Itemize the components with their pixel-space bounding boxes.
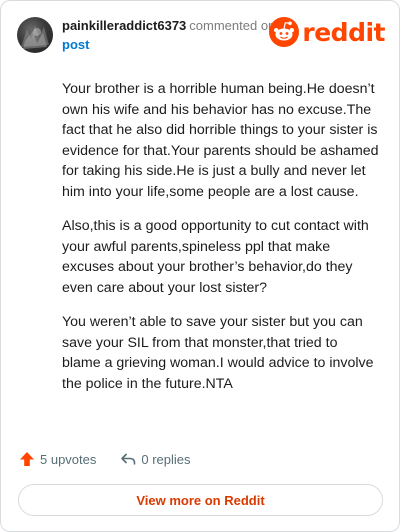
avatar-image: [21, 25, 49, 49]
reddit-logo[interactable]: reddit: [269, 16, 385, 48]
reddit-wordmark: reddit: [302, 17, 385, 47]
replies-stat[interactable]: 0 replies: [120, 451, 191, 467]
upvotes-count: 5 upvotes: [40, 451, 97, 467]
comment-body: Your brother is a horrible human being.H…: [62, 79, 380, 408]
commented-on-text: commented on: [189, 18, 276, 33]
username-link[interactable]: painkilleraddict6373: [62, 18, 186, 33]
comment-paragraph: Your brother is a horrible human being.H…: [62, 81, 379, 200]
reply-arrow-icon: [121, 453, 136, 465]
comment-footer: 5 upvotes 0 replies: [19, 451, 191, 467]
comment-paragraph: Also,this is a good opportunity to cut c…: [62, 218, 369, 296]
comment-meta: painkilleraddict6373 commented on post: [62, 17, 275, 53]
embedded-comment-card: painkilleraddict6373 commented on post re…: [0, 0, 400, 532]
replies-count: 0 replies: [141, 451, 191, 467]
view-more-button[interactable]: View more on Reddit: [18, 484, 383, 516]
upvote-arrow-icon: [20, 452, 34, 466]
post-link[interactable]: post: [62, 36, 275, 53]
upvotes-stat[interactable]: 5 upvotes: [19, 451, 96, 467]
comment-header: painkilleraddict6373 commented on post re…: [17, 15, 385, 55]
reddit-snoo-icon: [269, 17, 300, 47]
user-avatar[interactable]: [17, 17, 53, 53]
comment-paragraph: You weren’t able to save your sister but…: [62, 314, 374, 392]
